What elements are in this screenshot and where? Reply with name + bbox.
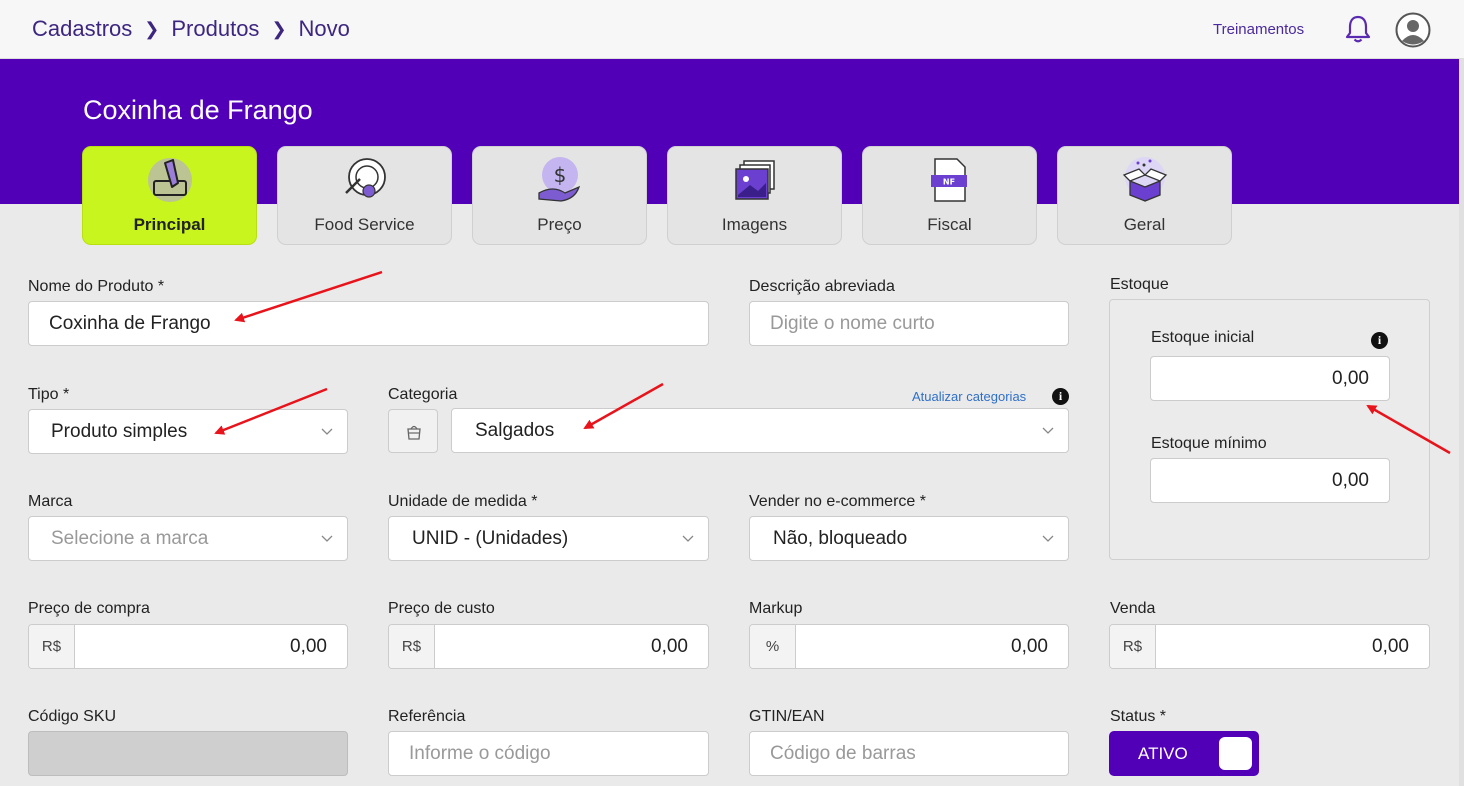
referencia-placeholder: Informe o código bbox=[409, 742, 551, 764]
nome-label: Nome do Produto * bbox=[28, 278, 165, 295]
category-tree-button[interactable] bbox=[388, 409, 438, 453]
ecommerce-select[interactable]: Não, bloqueado bbox=[749, 516, 1069, 561]
top-bar: Cadastros ❯ Produtos ❯ Novo Treinamentos bbox=[0, 0, 1464, 59]
currency-prefix: R$ bbox=[389, 625, 435, 668]
referencia-label: Referência bbox=[388, 708, 466, 725]
breadcrumb-novo: Novo bbox=[298, 16, 350, 41]
currency-prefix: R$ bbox=[29, 625, 75, 668]
descricao-input[interactable]: Digite o nome curto bbox=[749, 301, 1069, 346]
info-icon[interactable]: i bbox=[1052, 388, 1069, 405]
preco-compra-input[interactable]: R$ 0,00 bbox=[28, 624, 348, 669]
marca-select[interactable]: Selecione a marca bbox=[28, 516, 348, 561]
percent-prefix: % bbox=[750, 625, 796, 668]
markup-value: 0,00 bbox=[1011, 635, 1048, 657]
estoque-panel: Estoque inicial i 0,00 Estoque mínimo 0,… bbox=[1109, 299, 1430, 560]
toggle-knob bbox=[1219, 737, 1252, 770]
tab-geral-label: Geral bbox=[1123, 215, 1166, 234]
breadcrumb-produtos[interactable]: Produtos bbox=[171, 16, 259, 42]
svg-text:$: $ bbox=[554, 163, 567, 187]
scrollbar[interactable] bbox=[1459, 59, 1464, 786]
estoque-title: Estoque bbox=[1110, 276, 1169, 293]
estoque-inicial-label: Estoque inicial bbox=[1151, 329, 1255, 346]
ecommerce-value: Não, bloqueado bbox=[773, 527, 908, 549]
tab-geral[interactable]: Geral bbox=[1057, 146, 1232, 245]
basket-icon bbox=[407, 425, 421, 440]
product-title: Coxinha de Frango bbox=[83, 95, 313, 125]
atualizar-categorias-link[interactable]: Atualizar categorias bbox=[912, 389, 1026, 404]
tipo-select[interactable]: Produto simples bbox=[28, 409, 348, 454]
descricao-placeholder: Digite o nome curto bbox=[770, 312, 935, 334]
plate-cutlery-icon bbox=[345, 158, 386, 198]
referencia-input[interactable]: Informe o código bbox=[388, 731, 709, 776]
chevron-down-icon bbox=[682, 535, 694, 542]
breadcrumb: Cadastros ❯ Produtos ❯ Novo bbox=[32, 16, 350, 42]
chevron-down-icon bbox=[1042, 535, 1054, 542]
images-icon bbox=[735, 160, 775, 200]
markup-input[interactable]: % 0,00 bbox=[749, 624, 1069, 669]
chevron-down-icon bbox=[321, 535, 333, 542]
unidade-value: UNID - (Unidades) bbox=[412, 527, 569, 549]
chevron-right-icon: ❯ bbox=[271, 18, 287, 39]
currency-prefix: R$ bbox=[1110, 625, 1156, 668]
tab-principal[interactable]: Principal bbox=[82, 146, 257, 245]
sku-label: Código SKU bbox=[28, 708, 117, 725]
nome-produto-input[interactable]: Coxinha de Frango bbox=[28, 301, 709, 346]
nome-produto-value: Coxinha de Frango bbox=[49, 312, 211, 334]
gtin-placeholder: Código de barras bbox=[770, 742, 916, 764]
bell-icon[interactable] bbox=[1344, 14, 1372, 44]
tab-imagens[interactable]: Imagens bbox=[667, 146, 842, 245]
estoque-minimo-value: 0,00 bbox=[1332, 469, 1369, 491]
tab-fiscal-label: Fiscal bbox=[927, 215, 972, 234]
tab-food-service[interactable]: Food Service bbox=[277, 146, 452, 245]
preco-custo-value: 0,00 bbox=[651, 635, 688, 657]
tab-imagens-label: Imagens bbox=[721, 215, 788, 234]
tipo-label: Tipo * bbox=[28, 386, 70, 403]
marca-label: Marca bbox=[28, 493, 73, 510]
preco-custo-label: Preço de custo bbox=[388, 600, 495, 617]
user-avatar-icon[interactable] bbox=[1395, 12, 1431, 48]
preco-compra-label: Preço de compra bbox=[28, 600, 150, 617]
nf-document-icon: NF bbox=[931, 158, 967, 202]
svg-text:NF: NF bbox=[943, 178, 955, 187]
markup-label: Markup bbox=[749, 600, 803, 617]
tab-preco[interactable]: $ Preço bbox=[472, 146, 647, 245]
breadcrumb-cadastros[interactable]: Cadastros bbox=[32, 16, 132, 42]
gtin-input[interactable]: Código de barras bbox=[749, 731, 1069, 776]
status-toggle[interactable]: ATIVO bbox=[1109, 731, 1259, 776]
ecommerce-label: Vender no e-commerce * bbox=[749, 493, 926, 510]
chevron-right-icon: ❯ bbox=[144, 18, 160, 39]
venda-value: 0,00 bbox=[1372, 635, 1409, 657]
pencil-box-icon bbox=[148, 158, 192, 202]
tab-food-service-label: Food Service bbox=[314, 215, 415, 234]
status-label: Status * bbox=[1110, 708, 1167, 725]
tab-preco-label: Preço bbox=[537, 215, 582, 234]
preco-compra-value: 0,00 bbox=[290, 635, 327, 657]
preco-custo-input[interactable]: R$ 0,00 bbox=[388, 624, 709, 669]
categoria-select[interactable]: Salgados bbox=[451, 408, 1069, 453]
tab-principal-label: Principal bbox=[133, 215, 206, 234]
categoria-label: Categoria bbox=[388, 386, 458, 403]
info-icon[interactable]: i bbox=[1371, 332, 1388, 349]
tab-fiscal[interactable]: NF Fiscal bbox=[862, 146, 1037, 245]
chevron-down-icon bbox=[1042, 427, 1054, 434]
tipo-value: Produto simples bbox=[51, 420, 188, 442]
chevron-down-icon bbox=[321, 428, 333, 435]
unidade-select[interactable]: UNID - (Unidades) bbox=[388, 516, 709, 561]
estoque-minimo-input[interactable]: 0,00 bbox=[1150, 458, 1390, 503]
sku-input bbox=[28, 731, 348, 776]
status-value: ATIVO bbox=[1138, 744, 1188, 763]
venda-input[interactable]: R$ 0,00 bbox=[1109, 624, 1430, 669]
money-hand-icon: $ bbox=[538, 157, 581, 202]
marca-placeholder: Selecione a marca bbox=[51, 527, 209, 549]
trainings-link[interactable]: Treinamentos bbox=[1213, 21, 1304, 38]
descricao-label: Descrição abreviada bbox=[749, 278, 895, 295]
open-box-icon bbox=[1122, 157, 1168, 202]
gtin-label: GTIN/EAN bbox=[749, 708, 825, 725]
estoque-inicial-input[interactable]: 0,00 bbox=[1150, 356, 1390, 401]
unidade-label: Unidade de medida * bbox=[388, 493, 538, 510]
categoria-value: Salgados bbox=[475, 419, 555, 441]
estoque-inicial-value: 0,00 bbox=[1332, 367, 1369, 389]
venda-label: Venda bbox=[1110, 600, 1156, 617]
estoque-minimo-label: Estoque mínimo bbox=[1151, 435, 1267, 452]
